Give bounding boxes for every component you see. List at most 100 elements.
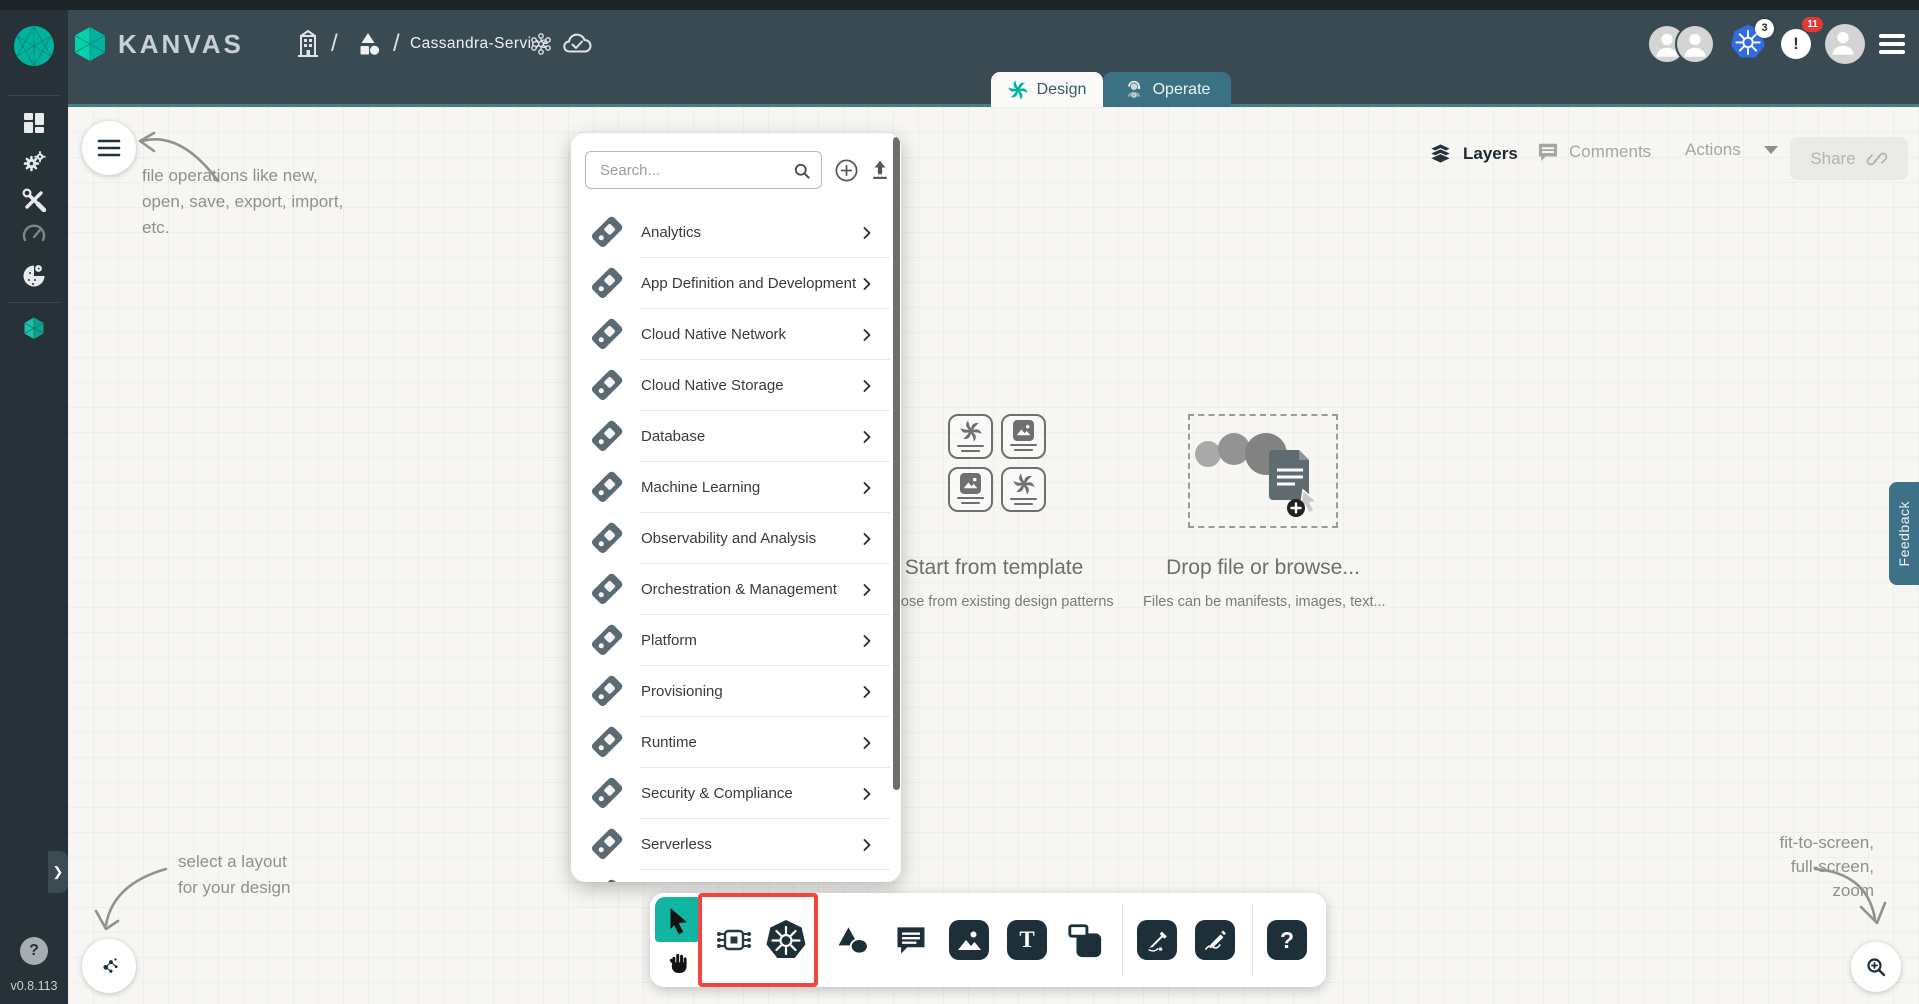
kubernetes-tool[interactable] bbox=[764, 918, 808, 962]
annotation-select-layout: select a layout for your design bbox=[178, 849, 290, 901]
user-avatar[interactable] bbox=[1825, 24, 1865, 64]
chevron-right-icon bbox=[857, 274, 877, 294]
breadcrumb-design-name[interactable]: Cassandra-Service bbox=[410, 10, 549, 78]
help-tool[interactable]: ? bbox=[1267, 920, 1307, 960]
text-tool[interactable]: T bbox=[1007, 920, 1047, 960]
sidebar-divider-top bbox=[8, 95, 60, 96]
app-definition-tag-icon bbox=[587, 265, 625, 303]
sidebar-expand-button[interactable]: ❯ bbox=[48, 851, 68, 893]
layers-button[interactable]: Layers bbox=[1427, 140, 1518, 167]
meshery-logo-icon[interactable] bbox=[12, 24, 56, 68]
category-row-machine-learning[interactable]: Machine Learning bbox=[571, 462, 901, 513]
tag-icon bbox=[587, 877, 625, 883]
search-input[interactable] bbox=[598, 161, 798, 180]
cloud-check-icon bbox=[562, 32, 592, 56]
kubernetes-context-button[interactable]: 3 bbox=[1729, 23, 1767, 66]
category-row-analytics[interactable]: Analytics bbox=[571, 207, 901, 258]
search-box[interactable] bbox=[585, 151, 822, 189]
category-row-provisioning[interactable]: Provisioning bbox=[571, 666, 901, 717]
sidebar-item-kanvas[interactable] bbox=[22, 316, 46, 340]
bottom-toolbar: T bbox=[650, 893, 1326, 987]
analytics-tag-icon bbox=[587, 214, 625, 252]
actions-dropdown[interactable]: Actions bbox=[1685, 140, 1779, 160]
sidebar-item-performance[interactable] bbox=[22, 221, 46, 245]
sidebar-item-configuration[interactable] bbox=[22, 188, 46, 212]
collaborator-avatars[interactable] bbox=[1647, 24, 1715, 64]
runtime-tag-icon bbox=[587, 724, 625, 762]
actions-label: Actions bbox=[1685, 140, 1741, 160]
panel-scrollbar[interactable] bbox=[893, 137, 900, 790]
toolbar-divider bbox=[1252, 905, 1253, 975]
add-component-icon[interactable] bbox=[834, 158, 859, 183]
category-row-app-definition[interactable]: App Definition and Development bbox=[571, 258, 901, 309]
design-canvas[interactable]: file operations like new, open, save, ex… bbox=[68, 107, 1919, 1004]
zoom-controls-button[interactable] bbox=[1851, 942, 1901, 992]
note-tool[interactable] bbox=[1065, 920, 1105, 960]
comments-button[interactable]: Comments bbox=[1536, 140, 1651, 164]
feedback-tab[interactable]: Feedback bbox=[1889, 482, 1919, 585]
chevron-right-icon bbox=[857, 631, 877, 651]
collaborator-avatar-2[interactable] bbox=[1675, 24, 1715, 64]
comments-icon bbox=[1536, 140, 1560, 164]
storage-tag-icon bbox=[587, 367, 625, 405]
shapes-tool[interactable] bbox=[833, 920, 873, 960]
orchestration-tag-icon bbox=[587, 571, 625, 609]
layout-select-button[interactable] bbox=[82, 939, 136, 993]
sidebar-item-settings[interactable] bbox=[22, 149, 46, 173]
start-from-template-title[interactable]: Start from template bbox=[874, 556, 1114, 580]
category-row-platform[interactable]: Platform bbox=[571, 615, 901, 666]
notification-center-button[interactable]: ! 11 bbox=[1781, 29, 1811, 59]
shapes-icon bbox=[835, 922, 871, 958]
kanvas-logo-icon bbox=[72, 26, 108, 62]
relationships-icon bbox=[529, 32, 553, 56]
category-row-serverless[interactable]: Serverless bbox=[571, 819, 901, 870]
upload-icon[interactable] bbox=[869, 159, 891, 181]
pen-tool[interactable] bbox=[1137, 920, 1177, 960]
panel-search-row bbox=[571, 133, 901, 207]
category-row-cloud-native-network[interactable]: Cloud Native Network bbox=[571, 309, 901, 360]
note-icon bbox=[1066, 921, 1104, 959]
template-illustration[interactable] bbox=[948, 414, 1046, 512]
kanvas-brand[interactable]: KANVAS bbox=[72, 26, 244, 62]
category-row-database[interactable]: Database bbox=[571, 411, 901, 462]
comment-tool[interactable] bbox=[891, 920, 931, 960]
share-button[interactable]: Share bbox=[1790, 137, 1908, 180]
sidebar-item-dashboard[interactable] bbox=[22, 111, 46, 135]
category-row-observability[interactable]: Observability and Analysis bbox=[571, 513, 901, 564]
template-card bbox=[1001, 414, 1046, 459]
relationships-icon-wrap[interactable] bbox=[529, 10, 553, 78]
cloud-sync-icon-wrap[interactable] bbox=[562, 10, 592, 78]
chevron-down-icon bbox=[1763, 145, 1779, 155]
category-row-partial[interactable] bbox=[571, 870, 901, 882]
chevron-right-icon bbox=[857, 835, 877, 855]
pan-tool[interactable] bbox=[655, 942, 700, 983]
sidebar-item-catalog[interactable] bbox=[22, 264, 46, 288]
org-icon-wrap[interactable] bbox=[294, 10, 322, 78]
select-tool-active[interactable] bbox=[655, 897, 700, 942]
image-tool[interactable] bbox=[949, 920, 989, 960]
category-row-orchestration[interactable]: Orchestration & Management bbox=[571, 564, 901, 615]
notification-bell: ! bbox=[1781, 29, 1811, 59]
chevron-right-icon bbox=[857, 478, 877, 498]
dropzone-title[interactable]: Drop file or browse... bbox=[1143, 556, 1383, 580]
designs-icon-wrap[interactable] bbox=[354, 10, 382, 78]
header-menu-button[interactable] bbox=[1879, 30, 1905, 59]
help-glyph: ? bbox=[1280, 927, 1294, 954]
layout-graph-icon bbox=[96, 953, 122, 979]
chevron-right-icon bbox=[857, 223, 877, 243]
tab-design-label: Design bbox=[1037, 81, 1087, 99]
ml-tag-icon bbox=[587, 469, 625, 507]
sidebar-help-button[interactable]: ? bbox=[20, 937, 48, 965]
doodle-tool[interactable] bbox=[1195, 920, 1235, 960]
category-row-security[interactable]: Security & Compliance bbox=[571, 768, 901, 819]
component-shape-tool[interactable] bbox=[714, 920, 754, 960]
organization-icon bbox=[294, 29, 322, 59]
zoom-arrow bbox=[1805, 855, 1895, 940]
zoom-in-icon bbox=[1864, 955, 1888, 979]
category-row-cloud-native-storage[interactable]: Cloud Native Storage bbox=[571, 360, 901, 411]
category-row-runtime[interactable]: Runtime bbox=[571, 717, 901, 768]
feedback-label: Feedback bbox=[1896, 501, 1912, 566]
file-dropzone[interactable] bbox=[1188, 414, 1338, 528]
tab-design[interactable]: Design bbox=[991, 72, 1103, 107]
tab-operate[interactable]: Operate bbox=[1103, 72, 1231, 107]
